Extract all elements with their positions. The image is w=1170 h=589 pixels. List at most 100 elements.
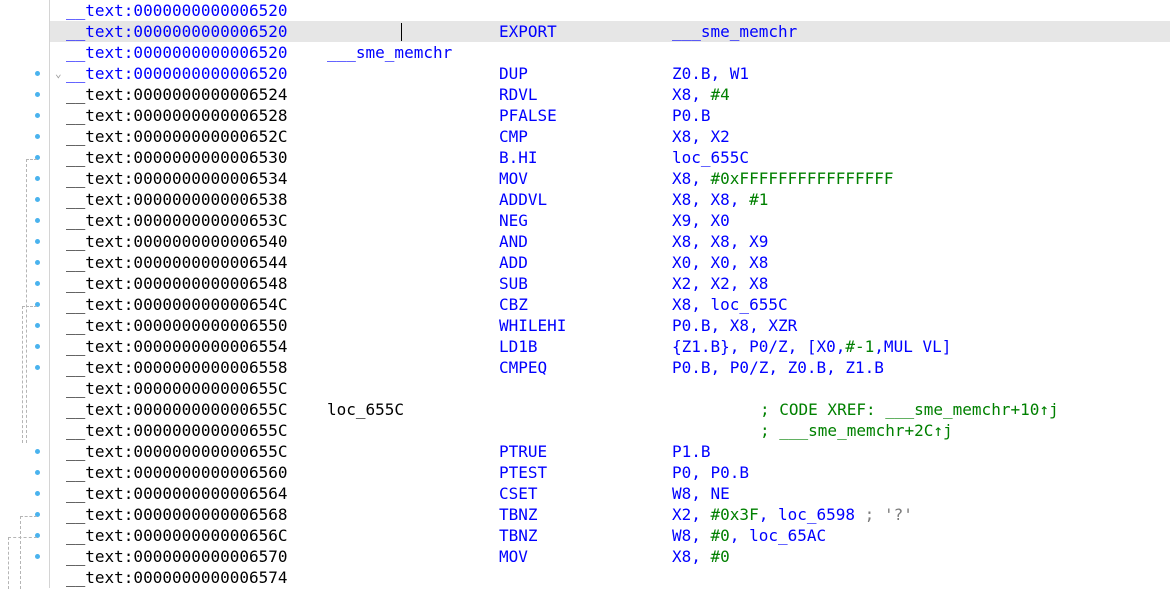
operands[interactable]: X8, X2: [672, 126, 730, 147]
address[interactable]: __text:0000000000006544: [66, 252, 288, 273]
address[interactable]: __text:0000000000006534: [66, 168, 288, 189]
address[interactable]: __text:000000000000653C: [66, 210, 288, 231]
address[interactable]: __text:0000000000006520: [66, 63, 288, 84]
breakpoint-dot-icon[interactable]: [35, 491, 40, 496]
operands[interactable]: X2, X2, X8: [672, 273, 768, 294]
operands[interactable]: X8, #0xFFFFFFFFFFFFFFFF: [672, 168, 894, 189]
operands[interactable]: W8, NE: [672, 483, 730, 504]
disasm-line[interactable]: __text:0000000000006528 PFALSE P0.B: [50, 105, 1170, 126]
disasm-line[interactable]: __text:0000000000006538 ADDVL X8, X8, #1: [50, 189, 1170, 210]
disasm-line[interactable]: __text:0000000000006520 ___sme_memchr: [50, 42, 1170, 63]
breakpoint-dot-icon[interactable]: [35, 449, 40, 454]
mnemonic[interactable]: MOV: [499, 168, 528, 189]
address[interactable]: __text:0000000000006540: [66, 231, 288, 252]
mnemonic[interactable]: DUP: [499, 63, 528, 84]
operands[interactable]: X8, X8, X9: [672, 231, 768, 252]
disasm-line[interactable]: __text:000000000000655C PTRUE P1.B: [50, 441, 1170, 462]
mnemonic[interactable]: PTRUE: [499, 441, 547, 462]
mnemonic[interactable]: AND: [499, 231, 528, 252]
address[interactable]: __text:0000000000006528: [66, 105, 288, 126]
operands[interactable]: X9, X0: [672, 210, 730, 231]
disasm-line[interactable]: __text:000000000000653C NEG X9, X0: [50, 210, 1170, 231]
disasm-line[interactable]: __text:0000000000006554 LD1B {Z1.B}, P0/Z,…: [50, 336, 1170, 357]
disasm-line[interactable]: __text:0000000000006520 EXPORT ___sme_memc…: [50, 21, 1170, 42]
disasm-line[interactable]: __text:0000000000006560 PTEST P0, P0.B: [50, 462, 1170, 483]
address[interactable]: __text:0000000000006524: [66, 84, 288, 105]
disasm-line[interactable]: __text:0000000000006530 B.HI loc_655C: [50, 147, 1170, 168]
disasm-line[interactable]: __text:000000000000655C loc_655C ; CODE XR…: [50, 399, 1170, 420]
operands[interactable]: Z0.B, W1: [672, 63, 749, 84]
operands[interactable]: X8, X8, #1: [672, 189, 768, 210]
address[interactable]: __text:000000000000654C: [66, 294, 288, 315]
mnemonic[interactable]: EXPORT: [499, 21, 557, 42]
mnemonic[interactable]: NEG: [499, 210, 528, 231]
mnemonic[interactable]: WHILEHI: [499, 315, 566, 336]
mnemonic[interactable]: CSET: [499, 483, 538, 504]
disasm-line[interactable]: __text:000000000000655C: [50, 378, 1170, 399]
mnemonic[interactable]: RDVL: [499, 84, 538, 105]
address[interactable]: __text:0000000000006520: [66, 21, 288, 42]
operands[interactable]: ___sme_memchr: [672, 21, 797, 42]
mnemonic[interactable]: CBZ: [499, 294, 528, 315]
mnemonic[interactable]: PFALSE: [499, 105, 557, 126]
disasm-line[interactable]: __text:0000000000006534 MOV X8, #0xFFFFFFF…: [50, 168, 1170, 189]
address[interactable]: __text:000000000000655C: [66, 441, 288, 462]
disasm-line[interactable]: __text:0000000000006570 MOV X8, #0: [50, 546, 1170, 567]
address[interactable]: __text:0000000000006564: [66, 483, 288, 504]
operands[interactable]: {Z1.B}, P0/Z, [X0,#-1,MUL VL]: [672, 336, 951, 357]
operands[interactable]: W8, #0, loc_65AC: [672, 525, 826, 546]
code-label[interactable]: loc_655C: [327, 399, 404, 420]
disasm-line[interactable]: __text:000000000000654C CBZ X8, loc_655C: [50, 294, 1170, 315]
disasm-line[interactable]: __text:000000000000652C CMP X8, X2: [50, 126, 1170, 147]
address[interactable]: __text:0000000000006520: [66, 0, 288, 21]
breakpoint-dot-icon[interactable]: [35, 113, 40, 118]
code-label[interactable]: ___sme_memchr: [327, 42, 452, 63]
address[interactable]: __text:000000000000655C: [66, 399, 288, 420]
operands[interactable]: X8, loc_655C: [672, 294, 788, 315]
operands[interactable]: P0.B, X8, XZR: [672, 315, 797, 336]
disasm-line[interactable]: __text:0000000000006548 SUB X2, X2, X8: [50, 273, 1170, 294]
operands[interactable]: P0.B: [672, 105, 711, 126]
address[interactable]: __text:0000000000006560: [66, 462, 288, 483]
address[interactable]: __text:000000000000656C: [66, 525, 288, 546]
address[interactable]: __text:0000000000006568: [66, 504, 288, 525]
breakpoint-dot-icon[interactable]: [35, 71, 40, 76]
operands[interactable]: X8, #0: [672, 546, 730, 567]
breakpoint-dot-icon[interactable]: [35, 92, 40, 97]
address[interactable]: __text:0000000000006538: [66, 189, 288, 210]
operands[interactable]: P0.B, P0/Z, Z0.B, Z1.B: [672, 357, 884, 378]
address[interactable]: __text:000000000000655C: [66, 378, 288, 399]
fold-chevron-icon[interactable]: ⌄: [55, 63, 62, 84]
disasm-line[interactable]: __text:0000000000006544 ADD X0, X0, X8: [50, 252, 1170, 273]
disasm-line[interactable]: __text:000000000000656C TBNZ W8, #0, loc_6…: [50, 525, 1170, 546]
operands[interactable]: X2, #0x3F, loc_6598 ; '?': [672, 504, 913, 525]
operands[interactable]: P0, P0.B: [672, 462, 749, 483]
disasm-line[interactable]: __text:0000000000006568 TBNZ X2, #0x3F, lo…: [50, 504, 1170, 525]
address[interactable]: __text:0000000000006520: [66, 42, 288, 63]
address[interactable]: __text:0000000000006550: [66, 315, 288, 336]
mnemonic[interactable]: B.HI: [499, 147, 538, 168]
disasm-line[interactable]: __text:000000000000655C ; ___sme_memchr+2…: [50, 420, 1170, 441]
operands[interactable]: X8, #4: [672, 84, 730, 105]
address[interactable]: __text:0000000000006574: [66, 567, 288, 588]
address[interactable]: __text:000000000000655C: [66, 420, 288, 441]
breakpoint-dot-icon[interactable]: [35, 134, 40, 139]
mnemonic[interactable]: SUB: [499, 273, 528, 294]
operands[interactable]: X0, X0, X8: [672, 252, 768, 273]
disasm-line[interactable]: __text:0000000000006520 DUP Z0.B, W1 ⌄: [50, 63, 1170, 84]
disasm-line[interactable]: __text:0000000000006520: [50, 0, 1170, 21]
disasm-line[interactable]: __text:0000000000006524 RDVL X8, #4: [50, 84, 1170, 105]
disassembly-listing[interactable]: __text:0000000000006520 __text:0000000000…: [50, 0, 1170, 588]
address[interactable]: __text:0000000000006554: [66, 336, 288, 357]
disasm-line[interactable]: __text:0000000000006564 CSET W8, NE: [50, 483, 1170, 504]
disasm-line[interactable]: __text:0000000000006574: [50, 567, 1170, 588]
disasm-line[interactable]: __text:0000000000006550 WHILEHI P0.B, X8, …: [50, 315, 1170, 336]
mnemonic[interactable]: CMP: [499, 126, 528, 147]
mnemonic[interactable]: LD1B: [499, 336, 538, 357]
mnemonic[interactable]: ADD: [499, 252, 528, 273]
breakpoint-dot-icon[interactable]: [35, 470, 40, 475]
operands[interactable]: P1.B: [672, 441, 711, 462]
mnemonic[interactable]: MOV: [499, 546, 528, 567]
address[interactable]: __text:0000000000006558: [66, 357, 288, 378]
mnemonic[interactable]: ADDVL: [499, 189, 547, 210]
